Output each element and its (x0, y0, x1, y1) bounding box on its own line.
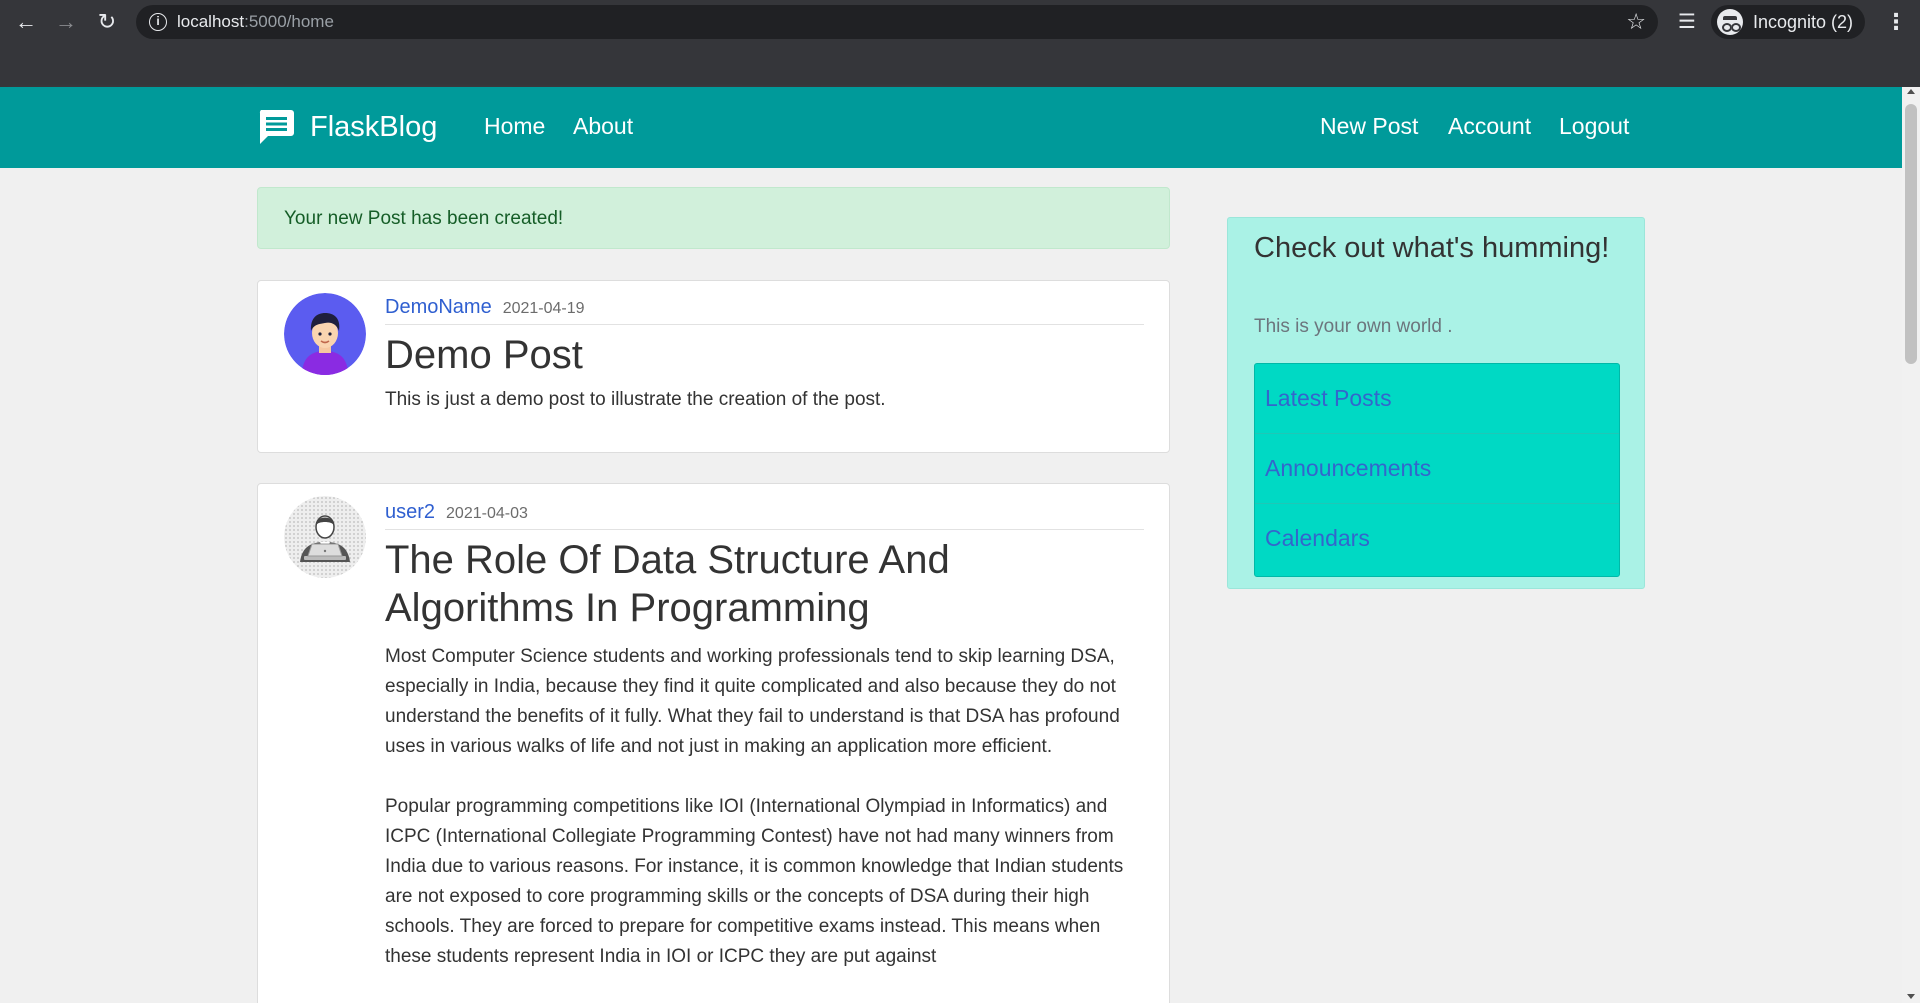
success-alert: Your new Post has been created! (257, 187, 1170, 249)
post-body: DemoName 2021-04-19 Demo Post This is jus… (385, 295, 1144, 445)
bookmarks-bar (0, 44, 1920, 87)
sidebar-subtext: This is your own world . (1254, 316, 1453, 337)
chat-bubble-icon[interactable] (257, 109, 295, 145)
url-host: localhost (177, 12, 245, 31)
forward-icon[interactable]: → (53, 9, 79, 35)
post-author-link[interactable]: user2 (385, 501, 435, 523)
post-card: user2 2021-04-03 The Role Of Data Structu… (257, 483, 1170, 1003)
scroll-up-icon[interactable] (1907, 89, 1915, 94)
author-avatar-icon[interactable] (284, 293, 366, 375)
post-meta: user2 2021-04-03 (385, 500, 1144, 530)
post-content: This is just a demo post to illustrate t… (385, 385, 1144, 415)
post-paragraph: Popular programming competitions like IO… (385, 796, 1124, 967)
incognito-label: Incognito (2) (1753, 11, 1854, 32)
post-date: 2021-04-03 (446, 505, 528, 522)
site-navbar: FlaskBlog Home About New Post Account Lo… (0, 87, 1902, 168)
url-text[interactable]: localhost:5000/home (177, 13, 334, 31)
incognito-badge[interactable]: Incognito (2) (1711, 5, 1866, 39)
nav-link-account[interactable]: Account (1448, 111, 1531, 141)
url-path: :5000/home (244, 12, 334, 31)
post-author-link[interactable]: DemoName (385, 296, 492, 318)
sidebar-panel: Check out what's humming! This is your o… (1227, 217, 1645, 589)
post-card: DemoName 2021-04-19 Demo Post This is jus… (257, 280, 1170, 453)
browser-menu-icon[interactable]: ⋮ (1883, 9, 1909, 35)
post-paragraph: This is just a demo post to illustrate t… (385, 389, 886, 410)
post-paragraph: Most Computer Science students and worki… (385, 646, 1120, 757)
nav-link-about[interactable]: About (573, 111, 633, 141)
post-meta: DemoName 2021-04-19 (385, 295, 1144, 325)
post-title[interactable]: The Role Of Data Structure And Algorithm… (385, 536, 1144, 632)
scroll-thumb[interactable] (1905, 104, 1917, 364)
back-icon[interactable]: ← (13, 9, 39, 35)
post-content: Most Computer Science students and worki… (385, 642, 1144, 972)
brand-link[interactable]: FlaskBlog (310, 109, 437, 145)
sidebar-item-announcements[interactable]: Announcements (1255, 434, 1619, 504)
site-info-icon[interactable]: i (149, 13, 167, 31)
bookmark-star-icon[interactable]: ☆ (1626, 10, 1646, 34)
nav-link-home[interactable]: Home (484, 111, 545, 141)
scroll-down-icon[interactable] (1907, 994, 1915, 999)
nav-link-new-post[interactable]: New Post (1320, 111, 1418, 141)
post-body: user2 2021-04-03 The Role Of Data Structu… (385, 500, 1144, 1002)
author-avatar-icon[interactable] (284, 496, 366, 578)
browser-toolbar: ← → ↻ i localhost:5000/home ☆ ☰ Incognit… (0, 0, 1920, 44)
reload-icon[interactable]: ↻ (94, 9, 120, 35)
sidebar-heading: Check out what's humming! (1254, 232, 1610, 264)
alert-message: Your new Post has been created! (284, 208, 564, 229)
media-control-icon[interactable]: ☰ (1674, 9, 1700, 35)
sidebar-item-calendars[interactable]: Calendars (1255, 504, 1619, 574)
nav-link-logout[interactable]: Logout (1559, 111, 1629, 141)
post-title[interactable]: Demo Post (385, 331, 1144, 379)
post-date: 2021-04-19 (502, 300, 585, 317)
sidebar-list: Latest Posts Announcements Calendars (1254, 363, 1620, 577)
sidebar-item-latest-posts[interactable]: Latest Posts (1255, 364, 1619, 434)
page-scrollbar[interactable] (1902, 87, 1920, 1003)
address-bar[interactable]: i localhost:5000/home ☆ (136, 5, 1658, 39)
incognito-icon (1717, 9, 1743, 35)
